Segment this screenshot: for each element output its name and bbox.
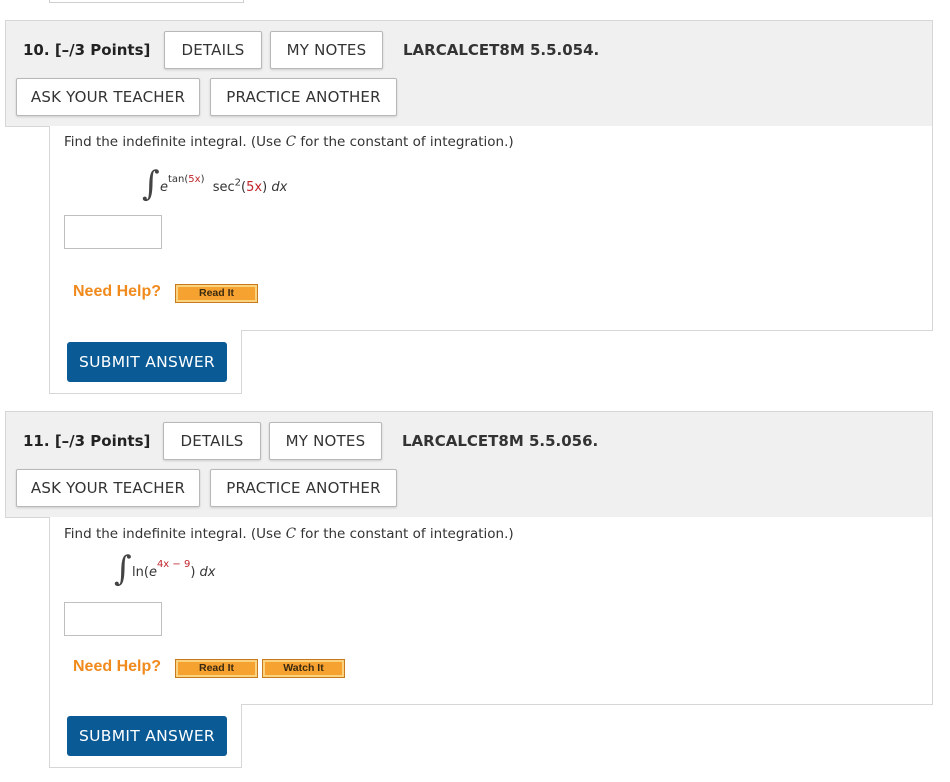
integral-sign-icon: ∫ [114,549,132,589]
my-notes-button[interactable]: MY NOTES [269,422,382,460]
submit-area: SUBMIT ANSWER [49,704,242,768]
read-it-button[interactable]: Read It [175,284,258,303]
watch-it-button[interactable]: Watch It [262,659,345,678]
question-11-header: 11. [–/3 Points] DETAILS MY NOTES LARCAL… [5,411,933,518]
question-10-header: 10. [–/3 Points] DETAILS MY NOTES LARCAL… [5,20,933,127]
question-11-body: Find the indefinite integral. (Use C for… [49,517,933,705]
submit-answer-button[interactable]: SUBMIT ANSWER [67,342,227,382]
question-10-body: Find the indefinite integral. (Use C for… [49,126,933,331]
question-prompt: Find the indefinite integral. (Use C for… [64,526,514,542]
practice-another-button[interactable]: PRACTICE ANOTHER [210,78,397,116]
integral-expression: ∫ etan(5x) sec2(5x) dx [142,164,288,204]
submit-area: SUBMIT ANSWER [49,330,242,394]
question-code: LARCALCET8M 5.5.054. [403,41,600,59]
submit-answer-button[interactable]: SUBMIT ANSWER [67,716,227,756]
integral-sign-icon: ∫ [142,164,160,204]
details-button[interactable]: DETAILS [164,31,262,69]
question-prompt: Find the indefinite integral. (Use C for… [64,134,514,150]
need-help-label: Need Help? [73,283,162,300]
answer-input[interactable] [64,215,162,249]
read-it-button[interactable]: Read It [175,659,258,678]
practice-another-button[interactable]: PRACTICE ANOTHER [210,469,397,507]
need-help-label: Need Help? [73,658,162,675]
question-11-number: 11. [–/3 Points] [23,432,151,450]
question-code: LARCALCET8M 5.5.056. [402,432,599,450]
ask-your-teacher-button[interactable]: ASK YOUR TEACHER [16,78,200,116]
ask-your-teacher-button[interactable]: ASK YOUR TEACHER [16,469,200,507]
previous-question-fragment [49,0,244,3]
integral-expression: ∫ ln(e4x − 9) dx [114,549,216,589]
my-notes-button[interactable]: MY NOTES [270,31,383,69]
details-button[interactable]: DETAILS [163,422,261,460]
question-10-number: 10. [–/3 Points] [23,41,151,59]
answer-input[interactable] [64,602,162,636]
